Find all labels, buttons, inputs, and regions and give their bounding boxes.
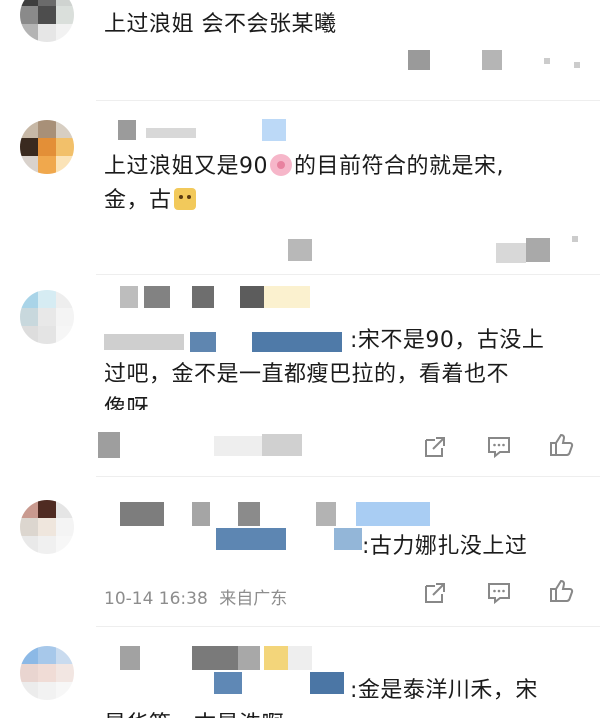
blurred-meta <box>98 432 120 458</box>
blurred-username <box>192 286 214 308</box>
avatar[interactable] <box>20 0 74 42</box>
share-icon[interactable] <box>422 434 448 460</box>
blurred-meta <box>574 62 580 68</box>
blurred-username <box>238 646 260 670</box>
comment-text-line2: 过吧，金不是一直都瘦巴拉的，看着也不 <box>104 362 510 387</box>
like-icon[interactable] <box>548 578 574 604</box>
comment-text: :古力娜扎没上过 <box>362 534 528 559</box>
blurred-reply-target <box>334 528 362 550</box>
avatar[interactable] <box>20 500 74 554</box>
blurred-username <box>120 502 164 526</box>
location: 来自广东 <box>219 589 288 609</box>
comment-text-line2: 是华策，古是浩啊 <box>104 708 284 718</box>
blurred-username <box>316 502 336 526</box>
blurred-username <box>120 646 140 670</box>
comment-text-line1: :宋不是90，古没上 <box>350 328 545 353</box>
divider <box>96 100 600 101</box>
blurred-meta <box>482 50 502 70</box>
blurred-badge <box>264 286 310 308</box>
blurred-meta <box>544 58 550 64</box>
comment-text-line1: :金是泰洋川禾，宋 <box>350 678 538 703</box>
blurred-meta <box>288 239 312 261</box>
blurred-username <box>146 128 196 138</box>
comment-meta: 10-14 16:38 来自广东 <box>104 584 287 609</box>
comment-text-line3: 像呀 <box>104 396 150 410</box>
blurred-reply-target <box>104 334 184 350</box>
like-icon[interactable] <box>548 432 574 458</box>
comment-text: 上过浪姐 会不会张某曦 <box>104 12 337 37</box>
comment-icon[interactable] <box>486 434 512 460</box>
comment-icon[interactable] <box>486 580 512 606</box>
blurred-reply-target <box>190 332 216 352</box>
blurred-reply-target <box>252 332 342 352</box>
blurred-meta <box>572 236 578 242</box>
avatar[interactable] <box>20 646 74 700</box>
blurred-meta <box>214 436 264 456</box>
blurred-username <box>240 286 264 308</box>
avatar[interactable] <box>20 120 74 174</box>
divider <box>96 626 600 627</box>
blurred-reply-target <box>214 672 242 694</box>
blurred-meta <box>526 238 550 262</box>
comment-text-line1: 上过浪姐又是90 的目前符合的就是宋, <box>104 154 504 179</box>
blurred-username <box>144 286 170 308</box>
blurred-reply-target <box>216 528 286 550</box>
blurred-meta <box>408 50 430 70</box>
blurred-reply-target <box>310 672 344 694</box>
blurred-username <box>118 120 136 140</box>
divider <box>96 274 600 275</box>
blurred-username <box>238 502 260 526</box>
blurred-badge <box>356 502 430 526</box>
blurred-meta <box>262 434 302 456</box>
timestamp: 10-14 16:38 <box>104 589 208 609</box>
blurred-username <box>192 646 238 670</box>
comment-text-line2: 金，古 <box>104 184 196 218</box>
blurred-badge <box>288 646 312 670</box>
blurred-username <box>120 286 138 308</box>
cherry-blossom-icon <box>270 154 292 176</box>
blurred-badge <box>262 119 286 141</box>
dog-face-icon <box>173 188 196 210</box>
share-icon[interactable] <box>422 580 448 606</box>
blurred-meta <box>496 243 526 263</box>
blurred-badge <box>264 646 288 670</box>
blurred-username <box>192 502 210 526</box>
divider <box>96 476 600 477</box>
avatar[interactable] <box>20 290 74 344</box>
